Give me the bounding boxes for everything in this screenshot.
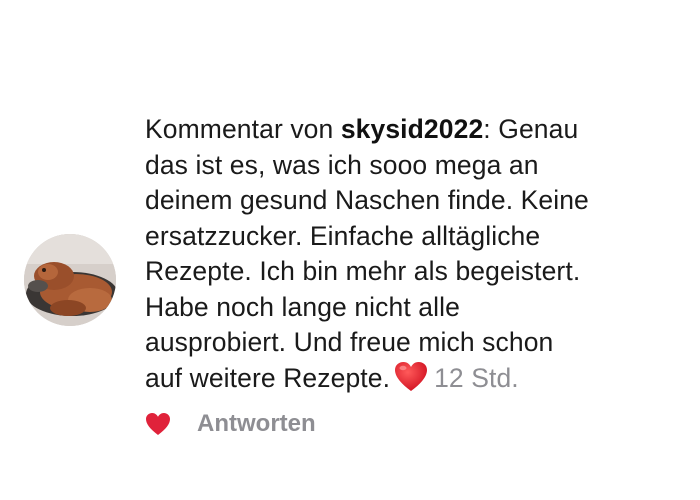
comment-line-2: das ist es, was ich sooo mega an: [145, 149, 539, 180]
comment-line-6: Habe noch lange nicht alle: [145, 291, 460, 322]
comment-screen: Kommentar von skysid2022: Genau das ist …: [0, 0, 700, 500]
comment-line-1: Genau: [498, 114, 579, 144]
comment-actions: Antworten: [145, 408, 316, 440]
user-avatar[interactable]: [24, 234, 116, 326]
comment-separator: :: [483, 114, 491, 144]
heart-icon[interactable]: [145, 412, 171, 436]
comment-line-8: auf weitere Rezepte.: [145, 362, 391, 393]
comment-text: Kommentar von skysid2022: Genau das ist …: [145, 112, 680, 402]
red-heart-emoji-icon: [394, 361, 428, 403]
comment-line-3: deinem gesund Naschen finde. Keine: [145, 185, 589, 215]
comment-prefix: Kommentar von: [145, 114, 334, 144]
avatar-photo: [24, 234, 116, 326]
comment-line-4: ersatzzucker. Einfache alltägliche: [145, 220, 541, 251]
comment-line-7: ausprobiert. Und freue mich schon: [145, 327, 554, 357]
comment-line-5: Rezepte. Ich bin mehr als begeistert.: [145, 256, 581, 286]
reply-button[interactable]: Antworten: [197, 410, 316, 438]
comment-timestamp: 12 Std.: [434, 362, 519, 393]
comment-username[interactable]: skysid2022: [341, 114, 483, 144]
